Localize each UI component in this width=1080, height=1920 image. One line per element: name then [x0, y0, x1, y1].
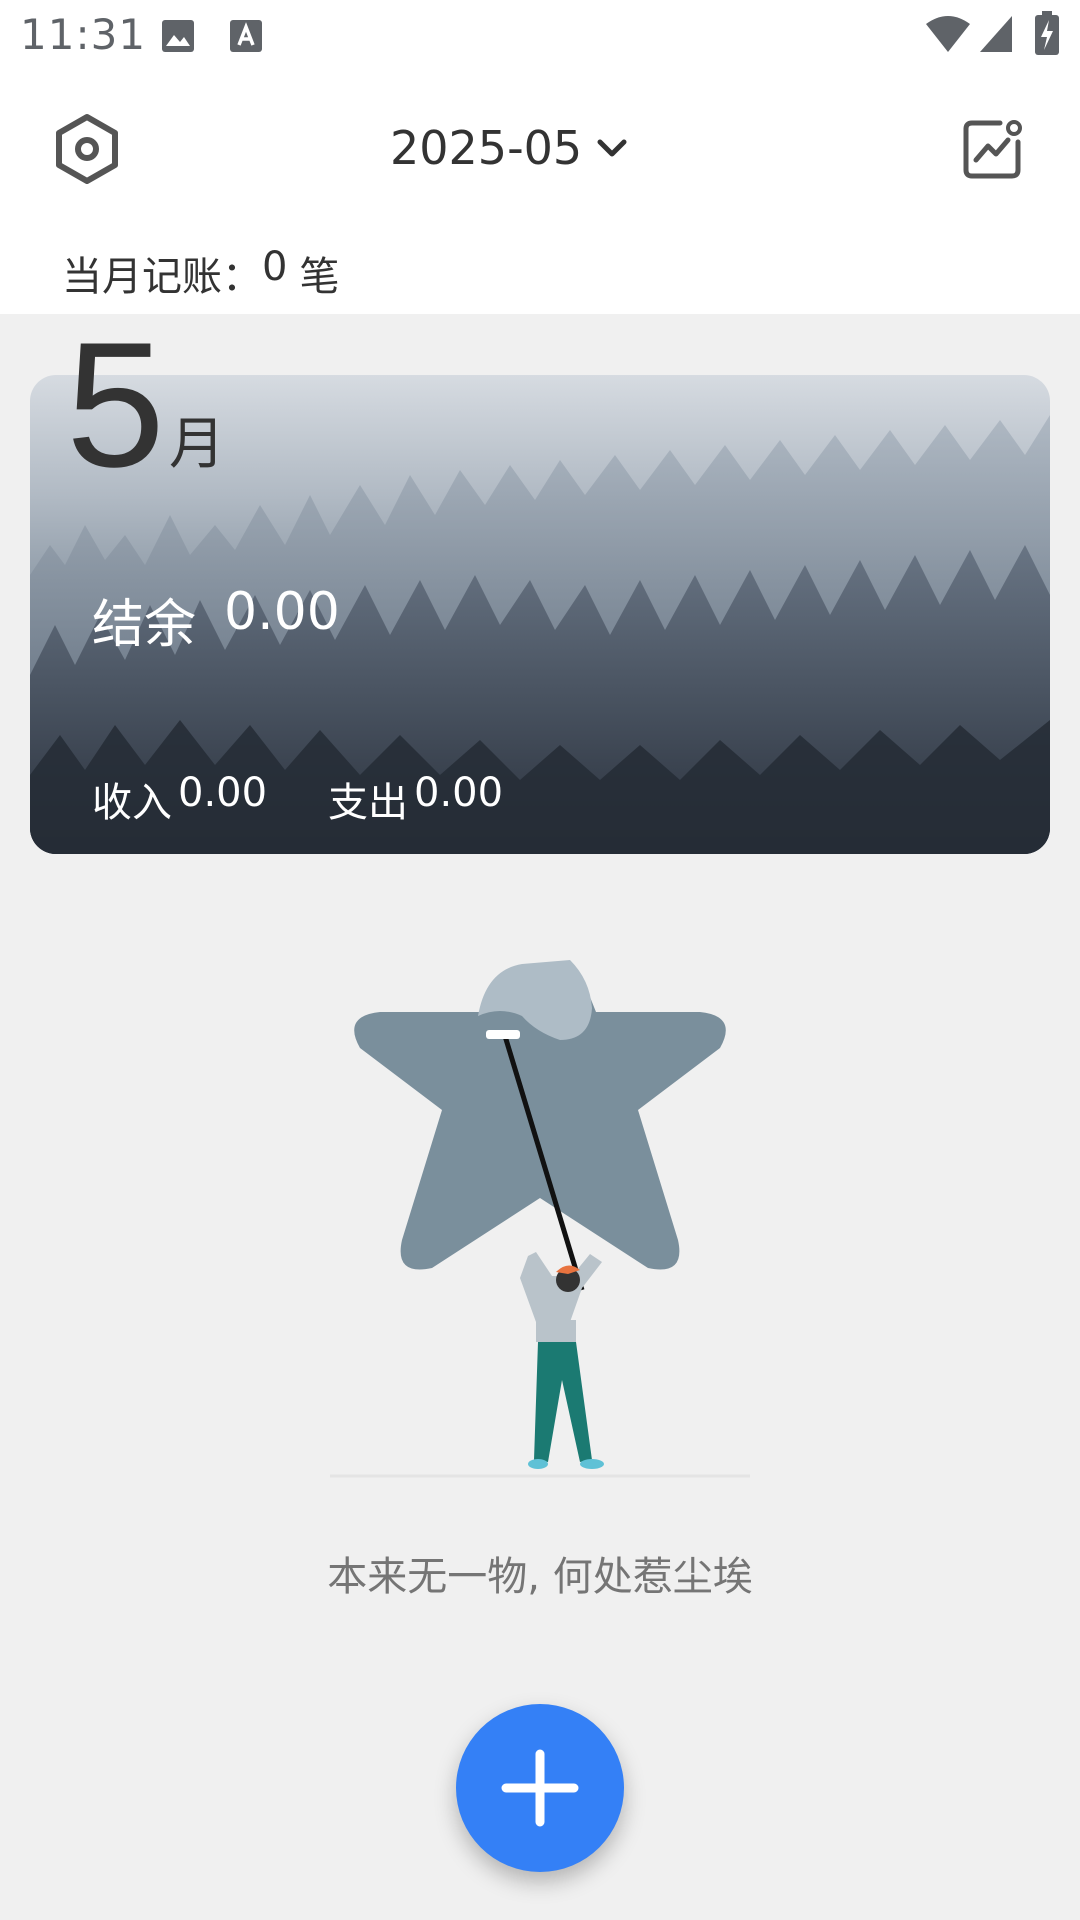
expense-value: 0.00 — [414, 770, 504, 816]
status-time: 11:31 — [20, 10, 147, 59]
add-record-button[interactable] — [456, 1704, 624, 1872]
card-month: 5 月 — [66, 305, 225, 504]
empty-state-illustration — [330, 960, 750, 1478]
stats-chart-icon — [963, 120, 1022, 179]
month-label: 2025-05 — [390, 121, 583, 175]
month-selector[interactable]: 2025-05 — [390, 116, 628, 180]
plus-icon — [501, 1749, 579, 1827]
balance-label: 结余 — [92, 595, 197, 655]
record-count-label: 当月记账： — [62, 254, 262, 300]
record-count: 当月记账： 0 笔 — [62, 244, 339, 302]
balance-value: 0.00 — [224, 582, 340, 642]
card-month-number: 5 — [66, 305, 165, 504]
statistics-button[interactable] — [960, 118, 1024, 182]
income-label: 收入 — [92, 780, 172, 826]
settings-button[interactable] — [50, 112, 124, 186]
expense: 支出 0.00 — [328, 770, 503, 828]
income: 收入 0.00 — [92, 770, 267, 828]
settings-icon — [56, 114, 118, 184]
card-month-unit: 月 — [169, 412, 225, 477]
battery-charging-icon — [1035, 11, 1059, 55]
record-count-value: 0 — [262, 244, 288, 290]
empty-state-message: 本来无一物, 何处惹尘埃 — [327, 1554, 753, 1600]
app-screen: 11:31 2025-05 当月记账： 0 笔 5 月 结余 0.00 收入 0… — [0, 0, 1080, 1920]
signal-icon — [980, 16, 1012, 52]
text-a-icon — [230, 20, 262, 52]
image-icon — [162, 20, 194, 52]
record-count-unit: 笔 — [299, 254, 340, 300]
expense-label: 支出 — [328, 780, 408, 826]
wifi-icon — [926, 16, 970, 52]
status-bar: 11:31 — [0, 0, 1080, 72]
header: 2025-05 当月记账： 0 笔 — [0, 72, 1080, 314]
income-value: 0.00 — [178, 770, 268, 816]
balance: 结余 0.00 — [92, 582, 340, 657]
chevron-down-icon — [597, 139, 627, 157]
